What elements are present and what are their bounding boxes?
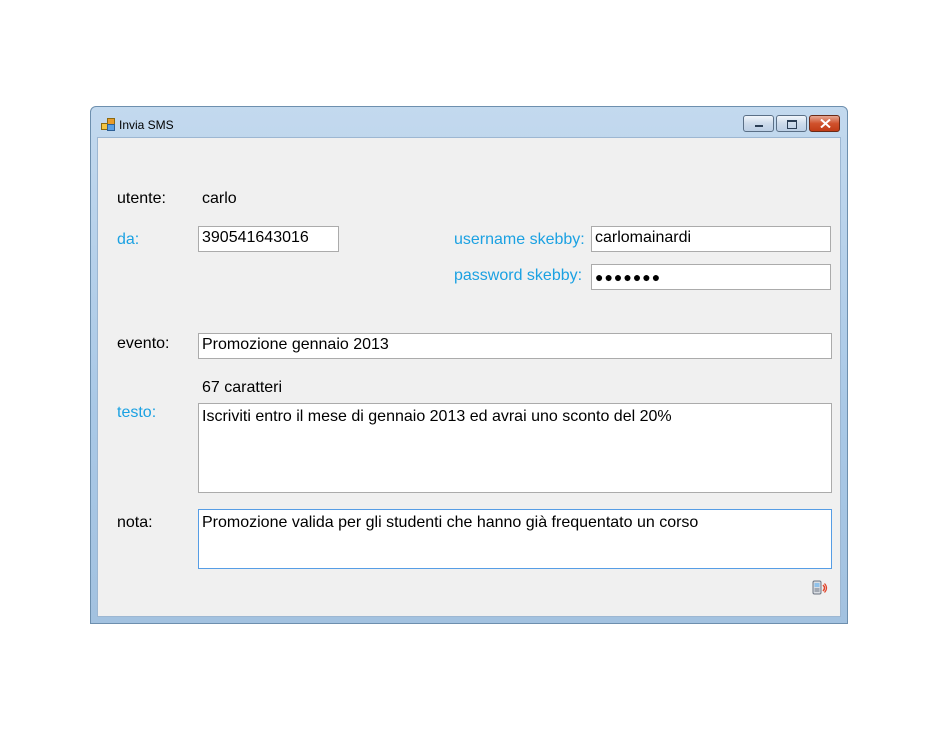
windows-form-icon: [101, 118, 115, 131]
testo-textarea[interactable]: Iscriviti entro il mese di gennaio 2013 …: [198, 403, 832, 493]
evento-field[interactable]: Promozione gennaio 2013: [198, 333, 832, 359]
password-skebby-label: password skebby:: [454, 267, 583, 284]
username-skebby-label: username skebby:: [454, 231, 585, 248]
utente-label: utente:: [117, 190, 166, 207]
nota-textarea[interactable]: Promozione valida per gli studenti che h…: [198, 509, 832, 569]
password-skebby-field[interactable]: ●●●●●●●: [591, 264, 831, 290]
maximize-icon: [787, 120, 797, 129]
testo-label: testo:: [117, 404, 157, 421]
da-field[interactable]: 390541643016: [198, 226, 339, 252]
invia-sms-window: Invia SMS utente: carlo da: 390541643016…: [90, 106, 848, 624]
title-bar[interactable]: Invia SMS: [91, 107, 847, 137]
send-sms-icon[interactable]: [811, 579, 829, 597]
username-skebby-field[interactable]: carlomainardi: [591, 226, 831, 252]
evento-label: evento:: [117, 335, 170, 352]
close-button[interactable]: [809, 115, 840, 132]
window-title: Invia SMS: [119, 118, 174, 132]
utente-value: carlo: [202, 190, 237, 207]
form-client-area: utente: carlo da: 390541643016 username …: [97, 137, 841, 617]
da-label: da:: [117, 231, 140, 248]
minimize-icon: [755, 125, 763, 127]
char-count-label: 67 caratteri: [202, 379, 283, 396]
minimize-button[interactable]: [743, 115, 774, 132]
close-icon: [820, 119, 831, 128]
nota-label: nota:: [117, 514, 153, 531]
maximize-button[interactable]: [776, 115, 807, 132]
